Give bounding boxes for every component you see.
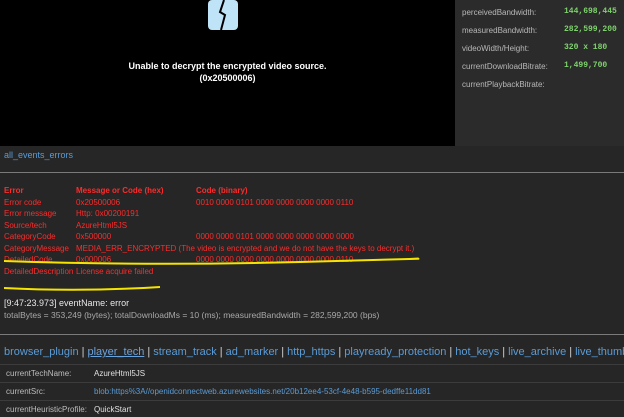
table-cell: CategoryMessage bbox=[4, 243, 69, 253]
table-cell: Error code bbox=[4, 197, 42, 207]
nav-separator: | bbox=[569, 346, 573, 358]
column-header: Code (binary) bbox=[196, 186, 248, 195]
table-cell: Source/tech bbox=[4, 220, 47, 230]
table-row: CategoryMessage MEDIA_ERR_ENCRYPTED (The… bbox=[4, 243, 414, 255]
plugin-nav: browser_plugin | player_tech | stream_track |… bbox=[4, 346, 624, 358]
table-row: Source/tech AzureHtml5JS bbox=[4, 220, 414, 232]
nav-separator: | bbox=[502, 346, 506, 358]
table-cell: 0x500000 bbox=[76, 232, 112, 241]
stat-label: currentDownloadBitrate: bbox=[462, 62, 548, 71]
stat-value: 282,599,200 bbox=[564, 25, 617, 34]
info-label: currentHeuristicProfile: bbox=[6, 405, 87, 414]
event-line: [9:47:23.973] eventName: error bbox=[4, 298, 130, 308]
table-row: DetailedDescription License acquire fail… bbox=[4, 266, 414, 278]
video-error-code: (0x20500006) bbox=[199, 73, 256, 83]
nav-separator: | bbox=[219, 346, 223, 358]
stat-label: perceivedBandwidth: bbox=[462, 8, 537, 17]
table-cell: 0010 0000 0101 0000 0000 0000 0000 0110 bbox=[196, 197, 354, 207]
table-cell: Http: 0x00200191 bbox=[76, 209, 140, 218]
divider bbox=[0, 382, 624, 383]
nav-stream-track[interactable]: stream_track bbox=[153, 346, 217, 358]
stat-value: 1,499,700 bbox=[564, 61, 608, 70]
column-header: Message or Code (hex) bbox=[76, 186, 164, 195]
table-cell bbox=[196, 208, 414, 220]
stat-playback-bitrate: currentPlaybackBitrate: bbox=[462, 78, 545, 90]
info-value: AzureHtml5JS bbox=[94, 369, 146, 378]
nav-live-archive[interactable]: live_archive bbox=[508, 346, 566, 358]
stat-label: measuredBandwidth: bbox=[462, 26, 538, 35]
divider bbox=[0, 334, 624, 335]
table-cell: AzureHtml5JS bbox=[76, 220, 128, 230]
nav-live-thumbnails[interactable]: live_thumbnails bbox=[575, 346, 624, 358]
broken-screen-icon bbox=[208, 0, 238, 31]
all-events-errors-link[interactable]: all_events_errors bbox=[4, 150, 73, 160]
table-row: Error message Http: 0x00200191 bbox=[4, 208, 414, 220]
nav-hot-keys[interactable]: hot_keys bbox=[455, 346, 499, 358]
stat-label: currentPlaybackBitrate: bbox=[462, 80, 545, 89]
table-cell: License acquire failed bbox=[76, 266, 154, 276]
info-current-src: currentSrc: blob:https%3A//openidconnect… bbox=[6, 386, 431, 398]
table-header-row: Error Message or Code (hex) Code (binary… bbox=[4, 185, 414, 197]
info-label: currentSrc: bbox=[6, 387, 46, 396]
nav-separator: | bbox=[81, 346, 85, 358]
table-cell: CategoryCode bbox=[4, 232, 56, 241]
table-row: Error code 0x20500006 0010 0000 0101 000… bbox=[4, 197, 414, 209]
table-cell: 0x20500006 bbox=[76, 197, 121, 207]
info-label: currentTechName: bbox=[6, 369, 72, 378]
table-cell: 0000 0000 0101 0000 0000 0000 0000 0000 bbox=[196, 232, 354, 241]
nav-playready-protection[interactable]: playready_protection bbox=[344, 346, 446, 358]
divider bbox=[0, 364, 624, 365]
nav-browser-plugin[interactable]: browser_plugin bbox=[4, 346, 79, 358]
info-value: QuickStart bbox=[94, 405, 132, 414]
stat-value: 144,698,445 bbox=[564, 7, 617, 16]
stat-value: 320 x 180 bbox=[564, 43, 608, 52]
table-cell: 0x000006 bbox=[76, 255, 112, 264]
info-current-tech-name: currentTechName: AzureHtml5JS bbox=[6, 368, 145, 380]
stat-video-size: videoWidth/Height: 320 x 180 bbox=[462, 42, 607, 54]
table-cell: 0000 0000 0000 0000 0000 0000 0000 0110 bbox=[196, 255, 354, 264]
nav-http-https[interactable]: http_https bbox=[287, 346, 335, 358]
nav-separator: | bbox=[338, 346, 342, 358]
highlight-underline bbox=[3, 286, 161, 291]
stat-download-bitrate: currentDownloadBitrate: 1,499,700 bbox=[462, 60, 607, 72]
nav-separator: | bbox=[147, 346, 151, 358]
current-src-link[interactable]: blob:https%3A//openidconnectweb.azureweb… bbox=[94, 386, 431, 398]
info-heuristic-profile: currentHeuristicProfile: QuickStart bbox=[6, 404, 131, 416]
table-row: DetailedCode 0x000006 0000 0000 0000 000… bbox=[4, 254, 414, 266]
video-player[interactable]: Unable to decrypt the encrypted video so… bbox=[0, 0, 455, 146]
table-row: CategoryCode 0x500000 0000 0000 0101 000… bbox=[4, 231, 414, 243]
video-error-message: Unable to decrypt the encrypted video so… bbox=[0, 60, 455, 84]
totals-line: totalBytes = 353,249 (bytes); totalDownl… bbox=[4, 310, 380, 320]
nav-ad-marker[interactable]: ad_marker bbox=[226, 346, 279, 358]
divider bbox=[0, 172, 624, 173]
table-cell: Error message bbox=[4, 209, 57, 218]
error-table: Error Message or Code (hex) Code (binary… bbox=[4, 185, 414, 277]
nav-separator: | bbox=[281, 346, 285, 358]
table-cell bbox=[196, 266, 414, 278]
column-header: Error bbox=[4, 186, 24, 195]
stat-label: videoWidth/Height: bbox=[462, 44, 530, 53]
divider bbox=[0, 400, 624, 401]
stat-measured-bandwidth: measuredBandwidth: 282,599,200 bbox=[462, 24, 617, 36]
table-cell: MEDIA_ERR_ENCRYPTED (The video is encryp… bbox=[76, 243, 415, 253]
table-cell bbox=[196, 220, 414, 232]
nav-separator: | bbox=[449, 346, 453, 358]
nav-player-tech[interactable]: player_tech bbox=[87, 346, 144, 358]
table-cell: DetailedDescription bbox=[4, 266, 74, 276]
stat-perceived-bandwidth: perceivedBandwidth: 144,698,445 bbox=[462, 6, 617, 18]
table-cell: DetailedCode bbox=[4, 255, 53, 264]
stats-panel: perceivedBandwidth: 144,698,445 measured… bbox=[455, 0, 624, 146]
video-error-text: Unable to decrypt the encrypted video so… bbox=[128, 61, 327, 71]
